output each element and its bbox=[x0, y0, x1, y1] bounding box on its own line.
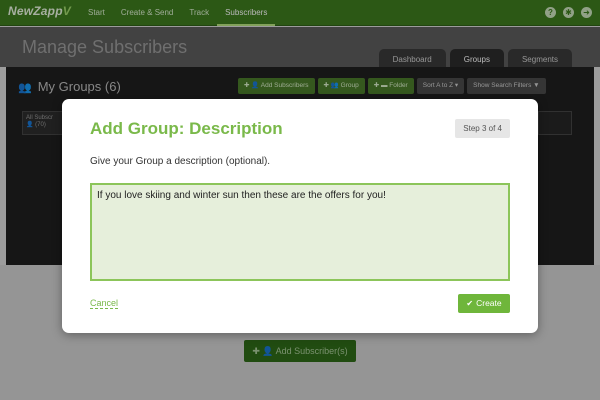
create-button[interactable]: ✔ Create bbox=[458, 294, 510, 313]
check-icon: ✔ bbox=[466, 299, 474, 308]
cancel-link[interactable]: Cancel bbox=[90, 298, 119, 309]
step-badge: Step 3 of 4 bbox=[455, 119, 510, 138]
modal-title: Add Group: Description bbox=[90, 119, 283, 138]
description-textarea[interactable]: If you love skiing and winter sun then t… bbox=[90, 183, 510, 281]
add-group-modal: Add Group: Description Step 3 of 4 Give … bbox=[62, 99, 538, 333]
create-label: Create bbox=[476, 298, 502, 308]
description-label: Give your Group a description (optional)… bbox=[90, 156, 271, 167]
